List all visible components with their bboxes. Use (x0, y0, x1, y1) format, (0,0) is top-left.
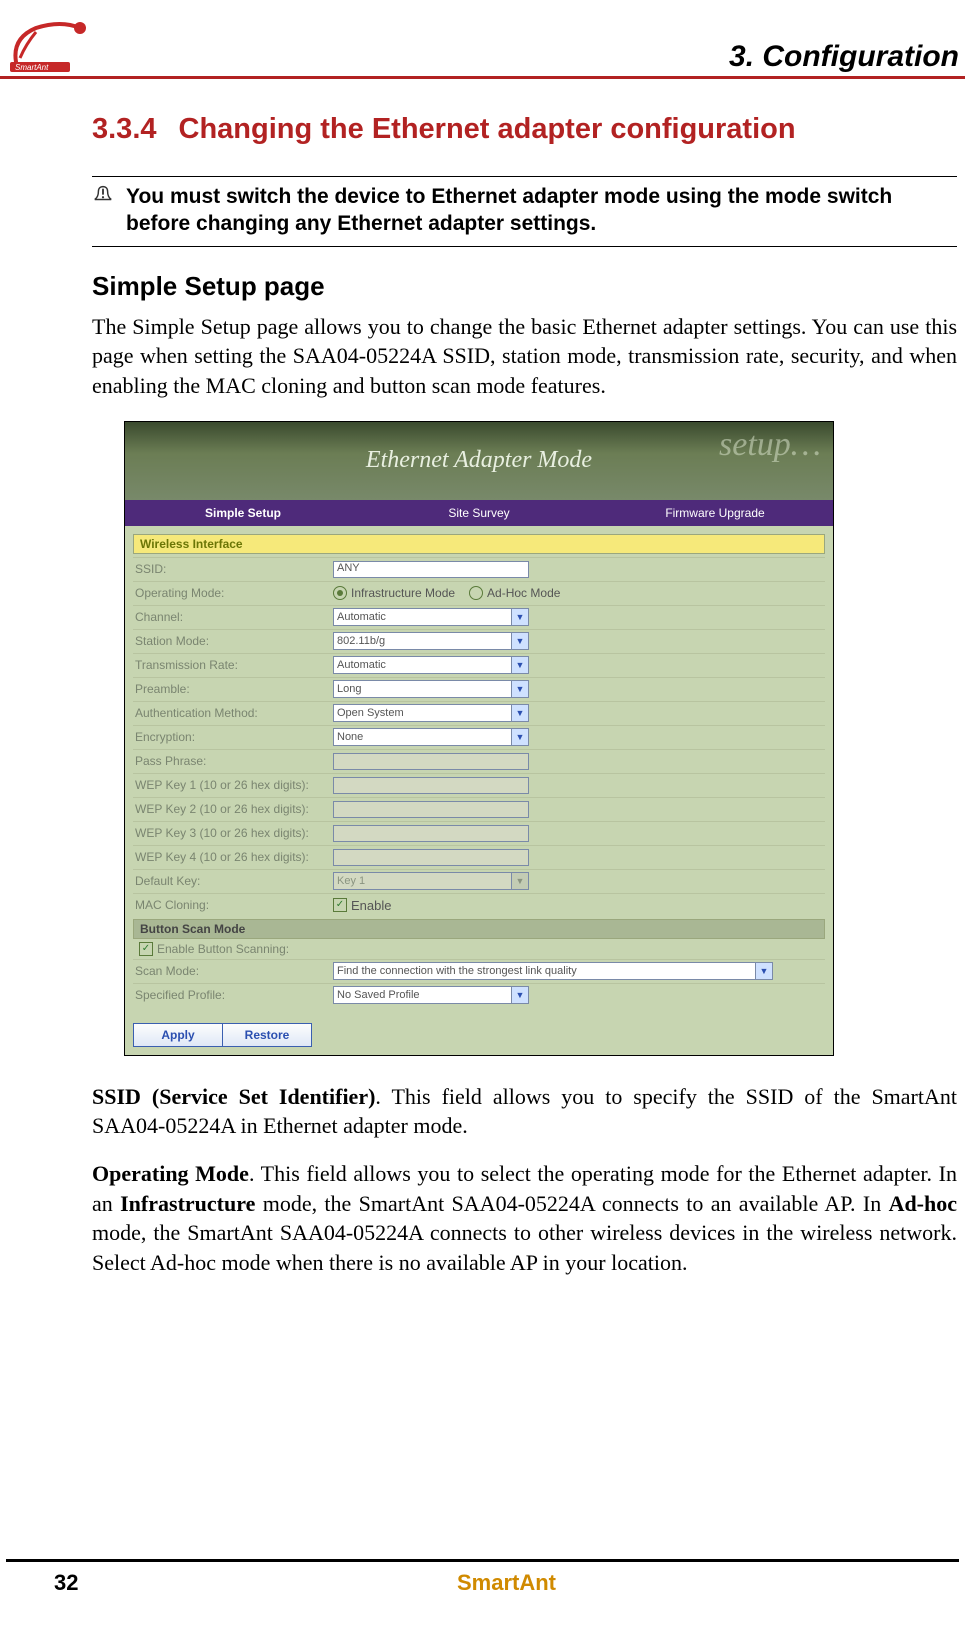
label-auth-method: Authentication Method: (133, 706, 333, 720)
chevron-down-icon: ▼ (511, 873, 528, 889)
intro-paragraph: The Simple Setup page allows you to chan… (92, 312, 957, 401)
chevron-down-icon: ▼ (511, 705, 528, 721)
embed-tabs: Simple Setup Site Survey Firmware Upgrad… (125, 500, 833, 526)
subsection-heading: Simple Setup page (92, 271, 957, 302)
ssid-input[interactable]: ANY (333, 561, 529, 578)
label-station-mode: Station Mode: (133, 634, 333, 648)
radio-infrastructure[interactable] (333, 586, 347, 600)
footer-brand: SmartAnt (146, 1570, 867, 1596)
restore-button[interactable]: Restore (223, 1023, 312, 1047)
default-key-select[interactable]: Key 1▼ (333, 872, 529, 890)
chapter-title: 3. Configuration (729, 40, 959, 74)
page-header: SmartAnt 3. Configuration (0, 18, 965, 79)
wep-key-2-input[interactable] (333, 801, 529, 818)
embedded-screenshot: Ethernet Adapter Mode setup… Simple Setu… (124, 421, 834, 1056)
note-rule-bottom (92, 246, 957, 247)
specified-profile-select[interactable]: No Saved Profile▼ (333, 986, 529, 1004)
section-title: Changing the Ethernet adapter configurat… (179, 113, 796, 145)
svg-text:SmartAnt: SmartAnt (15, 63, 49, 72)
enable-button-scan-label: Enable Button Scanning: (157, 942, 289, 956)
term-operating-mode: Operating Mode (92, 1161, 249, 1186)
chevron-down-icon: ▼ (511, 987, 528, 1003)
pass-phrase-input[interactable] (333, 753, 529, 770)
label-preamble: Preamble: (133, 682, 333, 696)
wep-key-1-input[interactable] (333, 777, 529, 794)
chevron-down-icon: ▼ (511, 729, 528, 745)
label-channel: Channel: (133, 610, 333, 624)
station-mode-select[interactable]: 802.11b/g▼ (333, 632, 529, 650)
term-ssid: SSID (Service Set Identifier) (92, 1084, 375, 1109)
section-number: 3.3.4 (92, 113, 157, 146)
section-heading: 3.3.4 Changing the Ethernet adapter confi… (92, 113, 957, 146)
chevron-down-icon: ▼ (511, 657, 528, 673)
label-wep3: WEP Key 3 (10 or 26 hex digits): (133, 826, 333, 840)
label-wep1: WEP Key 1 (10 or 26 hex digits): (133, 778, 333, 792)
page-footer: 32 SmartAnt (0, 1559, 965, 1596)
embed-banner: Ethernet Adapter Mode setup… (125, 422, 833, 500)
label-default-key: Default Key: (133, 874, 333, 888)
footer-rule (6, 1559, 959, 1562)
label-ssid: SSID: (133, 562, 333, 576)
tab-simple-setup[interactable]: Simple Setup (125, 506, 361, 520)
caution-icon (92, 183, 116, 210)
page-number: 32 (6, 1570, 146, 1596)
scan-mode-select[interactable]: Find the connection with the strongest l… (333, 962, 773, 980)
auth-method-select[interactable]: Open System▼ (333, 704, 529, 722)
section-button-scan-mode: Button Scan Mode (133, 919, 825, 939)
encryption-select[interactable]: None▼ (333, 728, 529, 746)
preamble-select[interactable]: Long▼ (333, 680, 529, 698)
chevron-down-icon: ▼ (511, 681, 528, 697)
embed-banner-title: Ethernet Adapter Mode (366, 447, 592, 474)
wep-key-4-input[interactable] (333, 849, 529, 866)
label-wep4: WEP Key 4 (10 or 26 hex digits): (133, 850, 333, 864)
apply-button[interactable]: Apply (133, 1023, 223, 1047)
mac-cloning-enable-label: Enable (351, 898, 391, 913)
label-operating-mode: Operating Mode: (133, 586, 333, 600)
mac-cloning-checkbox[interactable] (333, 898, 347, 912)
label-specified-profile: Specified Profile: (133, 988, 333, 1002)
brand-logo: SmartAnt (6, 18, 96, 74)
label-scan-mode: Scan Mode: (133, 964, 333, 978)
embed-banner-right: setup… (719, 426, 821, 464)
chevron-down-icon: ▼ (511, 633, 528, 649)
label-encryption: Encryption: (133, 730, 333, 744)
radio-adhoc-label: Ad-Hoc Mode (487, 586, 560, 600)
enable-button-scan-checkbox[interactable] (139, 942, 153, 956)
tab-firmware-upgrade[interactable]: Firmware Upgrade (597, 506, 833, 520)
note-box: You must switch the device to Ethernet a… (92, 177, 957, 246)
label-wep2: WEP Key 2 (10 or 26 hex digits): (133, 802, 333, 816)
tab-site-survey[interactable]: Site Survey (361, 506, 597, 520)
section-wireless-interface: Wireless Interface (133, 534, 825, 554)
wep-key-3-input[interactable] (333, 825, 529, 842)
chevron-down-icon: ▼ (755, 963, 772, 979)
paragraph-operating-mode: Operating Mode. This field allows you to… (92, 1159, 957, 1278)
paragraph-ssid: SSID (Service Set Identifier). This fiel… (92, 1082, 957, 1141)
radio-infrastructure-label: Infrastructure Mode (351, 586, 455, 600)
note-text: You must switch the device to Ethernet a… (126, 183, 957, 238)
chevron-down-icon: ▼ (511, 609, 528, 625)
tx-rate-select[interactable]: Automatic▼ (333, 656, 529, 674)
term-adhoc: Ad-hoc (889, 1191, 957, 1216)
label-mac-cloning: MAC Cloning: (133, 898, 333, 912)
channel-select[interactable]: Automatic▼ (333, 608, 529, 626)
term-infrastructure: Infrastructure (120, 1191, 255, 1216)
radio-adhoc[interactable] (469, 586, 483, 600)
label-pass-phrase: Pass Phrase: (133, 754, 333, 768)
label-tx-rate: Transmission Rate: (133, 658, 333, 672)
